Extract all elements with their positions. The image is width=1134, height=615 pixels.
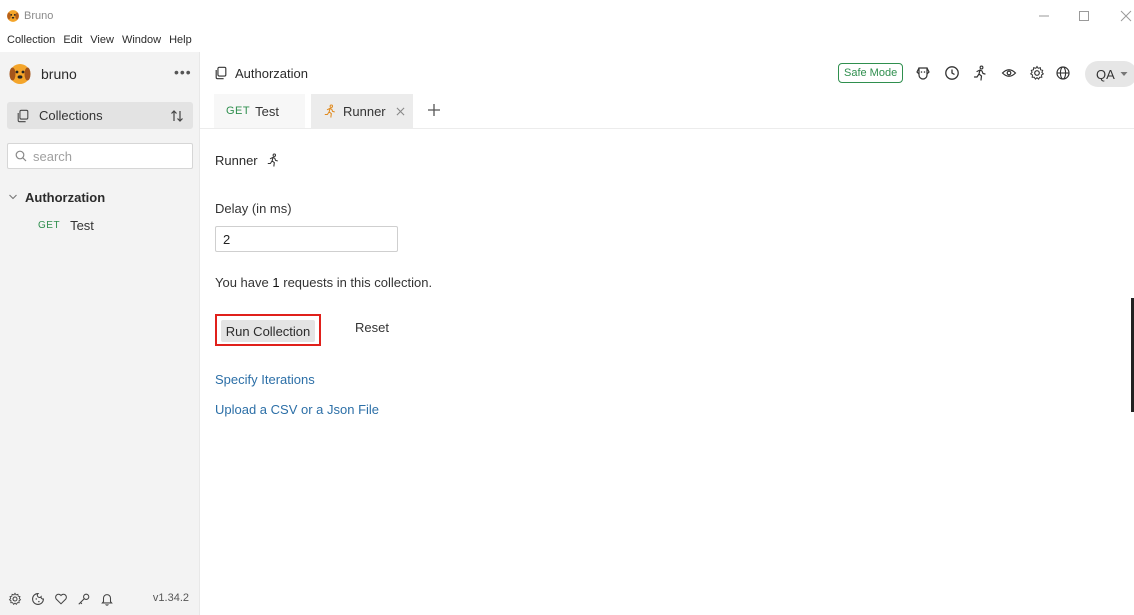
minimize-icon [1039,15,1049,17]
globe-icon[interactable] [1055,65,1071,81]
tab-runner[interactable]: Runner [311,94,413,128]
runner-title-text: Runner [215,152,258,168]
run-collection-button[interactable]: Run Collection [221,320,315,342]
brand-name: bruno [41,66,77,82]
tab-label: Runner [343,103,386,119]
version-label: v1.34.2 [152,592,189,604]
close-icon [1120,10,1132,22]
collection-copy-icon [17,109,29,122]
sidebar-footer: v1.34.2 [8,590,194,608]
window-titlebar: Bruno [0,0,1134,32]
menu-bar: Collection Edit View Window Help [0,32,197,50]
reset-button[interactable]: Reset [355,320,389,335]
specify-iterations-link[interactable]: Specify Iterations [215,372,315,387]
environment-selector[interactable]: QA [1085,61,1134,87]
request-count-text: You have 1 requests in this collection. [215,275,432,290]
key-icon[interactable] [77,592,91,606]
collection-item[interactable]: Authorzation [8,188,105,206]
tab-label: Test [255,103,279,119]
header-collection-name: Authorzation [235,66,308,81]
bell-icon[interactable] [100,592,114,606]
runner-title: Runner [215,152,280,168]
gear-icon[interactable] [8,592,22,606]
menu-edit[interactable]: Edit [60,32,85,50]
chevron-down-icon [9,194,17,200]
cookie-icon[interactable] [31,592,45,606]
history-clock-icon[interactable] [944,65,960,81]
heart-icon[interactable] [54,592,68,606]
menu-help[interactable]: Help [166,32,195,50]
close-tab-icon[interactable] [396,107,405,116]
count-prefix: You have [215,275,269,290]
menu-view[interactable]: View [87,32,117,50]
sort-arrows-icon[interactable] [169,108,185,124]
minimize-button[interactable] [1032,6,1056,26]
bruno-dog-icon [7,10,19,22]
gear-icon[interactable] [1029,65,1045,81]
request-count: 1 [272,275,280,290]
search-input[interactable] [33,148,183,164]
safe-mode-badge[interactable]: Safe Mode [838,63,904,83]
search-icon [15,150,27,162]
upload-file-link[interactable]: Upload a CSV or a Json File [215,402,379,417]
menu-collection[interactable]: Collection [4,32,58,50]
maximize-button[interactable] [1072,6,1096,26]
run-collection-highlight: Run Collection [215,314,321,346]
runner-icon[interactable] [972,65,988,81]
running-person-icon [324,104,335,118]
dog-icon[interactable] [915,65,931,81]
tab-test[interactable]: GET Test [214,94,305,128]
collections-header[interactable]: Collections [7,102,193,129]
request-method: GET [38,219,61,231]
maximize-icon [1079,11,1089,21]
request-name: Test [70,217,94,233]
request-item[interactable]: GET Test [38,216,94,234]
running-person-icon [267,153,278,167]
delay-input[interactable] [215,226,398,252]
bruno-logo-icon [9,64,31,84]
collection-name: Authorzation [25,189,106,205]
eye-icon[interactable] [1001,65,1017,81]
count-suffix: requests in this collection. [283,275,433,290]
add-tab-icon[interactable] [426,102,442,118]
sidebar: bruno ••• Collections Authorzation GET T… [0,52,200,615]
tab-method: GET [226,105,251,117]
collection-copy-icon [215,66,227,80]
environment-name: QA [1096,66,1115,82]
collections-label: Collections [39,108,103,123]
more-options-icon[interactable]: ••• [174,64,192,80]
delay-label: Delay (in ms) [215,201,292,216]
caret-down-icon [1120,72,1128,76]
brand: bruno [8,62,77,86]
tab-bar: GET Test Runner [200,94,1134,129]
search-box [7,143,193,169]
window-title: Bruno [24,10,54,22]
collection-header: Authorzation Safe Mode QA [200,52,1134,94]
close-window-button[interactable] [1114,6,1134,26]
menu-window[interactable]: Window [119,32,164,50]
